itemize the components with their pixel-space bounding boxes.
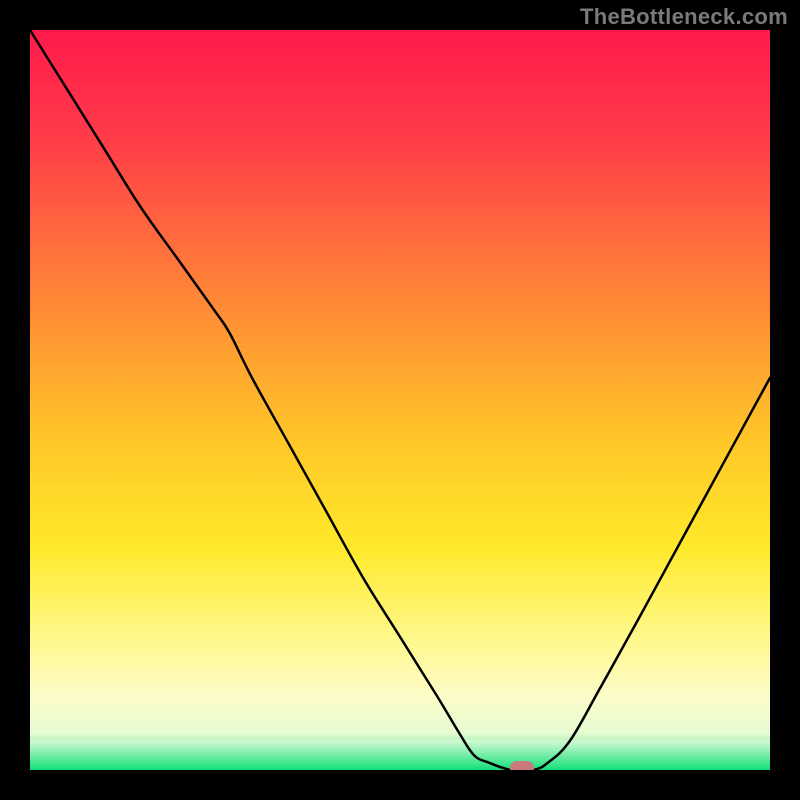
bottleneck-curve (30, 30, 770, 770)
plot-area (30, 30, 770, 770)
optimal-marker (510, 761, 534, 770)
chart-container: TheBottleneck.com (0, 0, 800, 800)
curve-layer (30, 30, 770, 770)
watermark-text: TheBottleneck.com (580, 4, 788, 30)
